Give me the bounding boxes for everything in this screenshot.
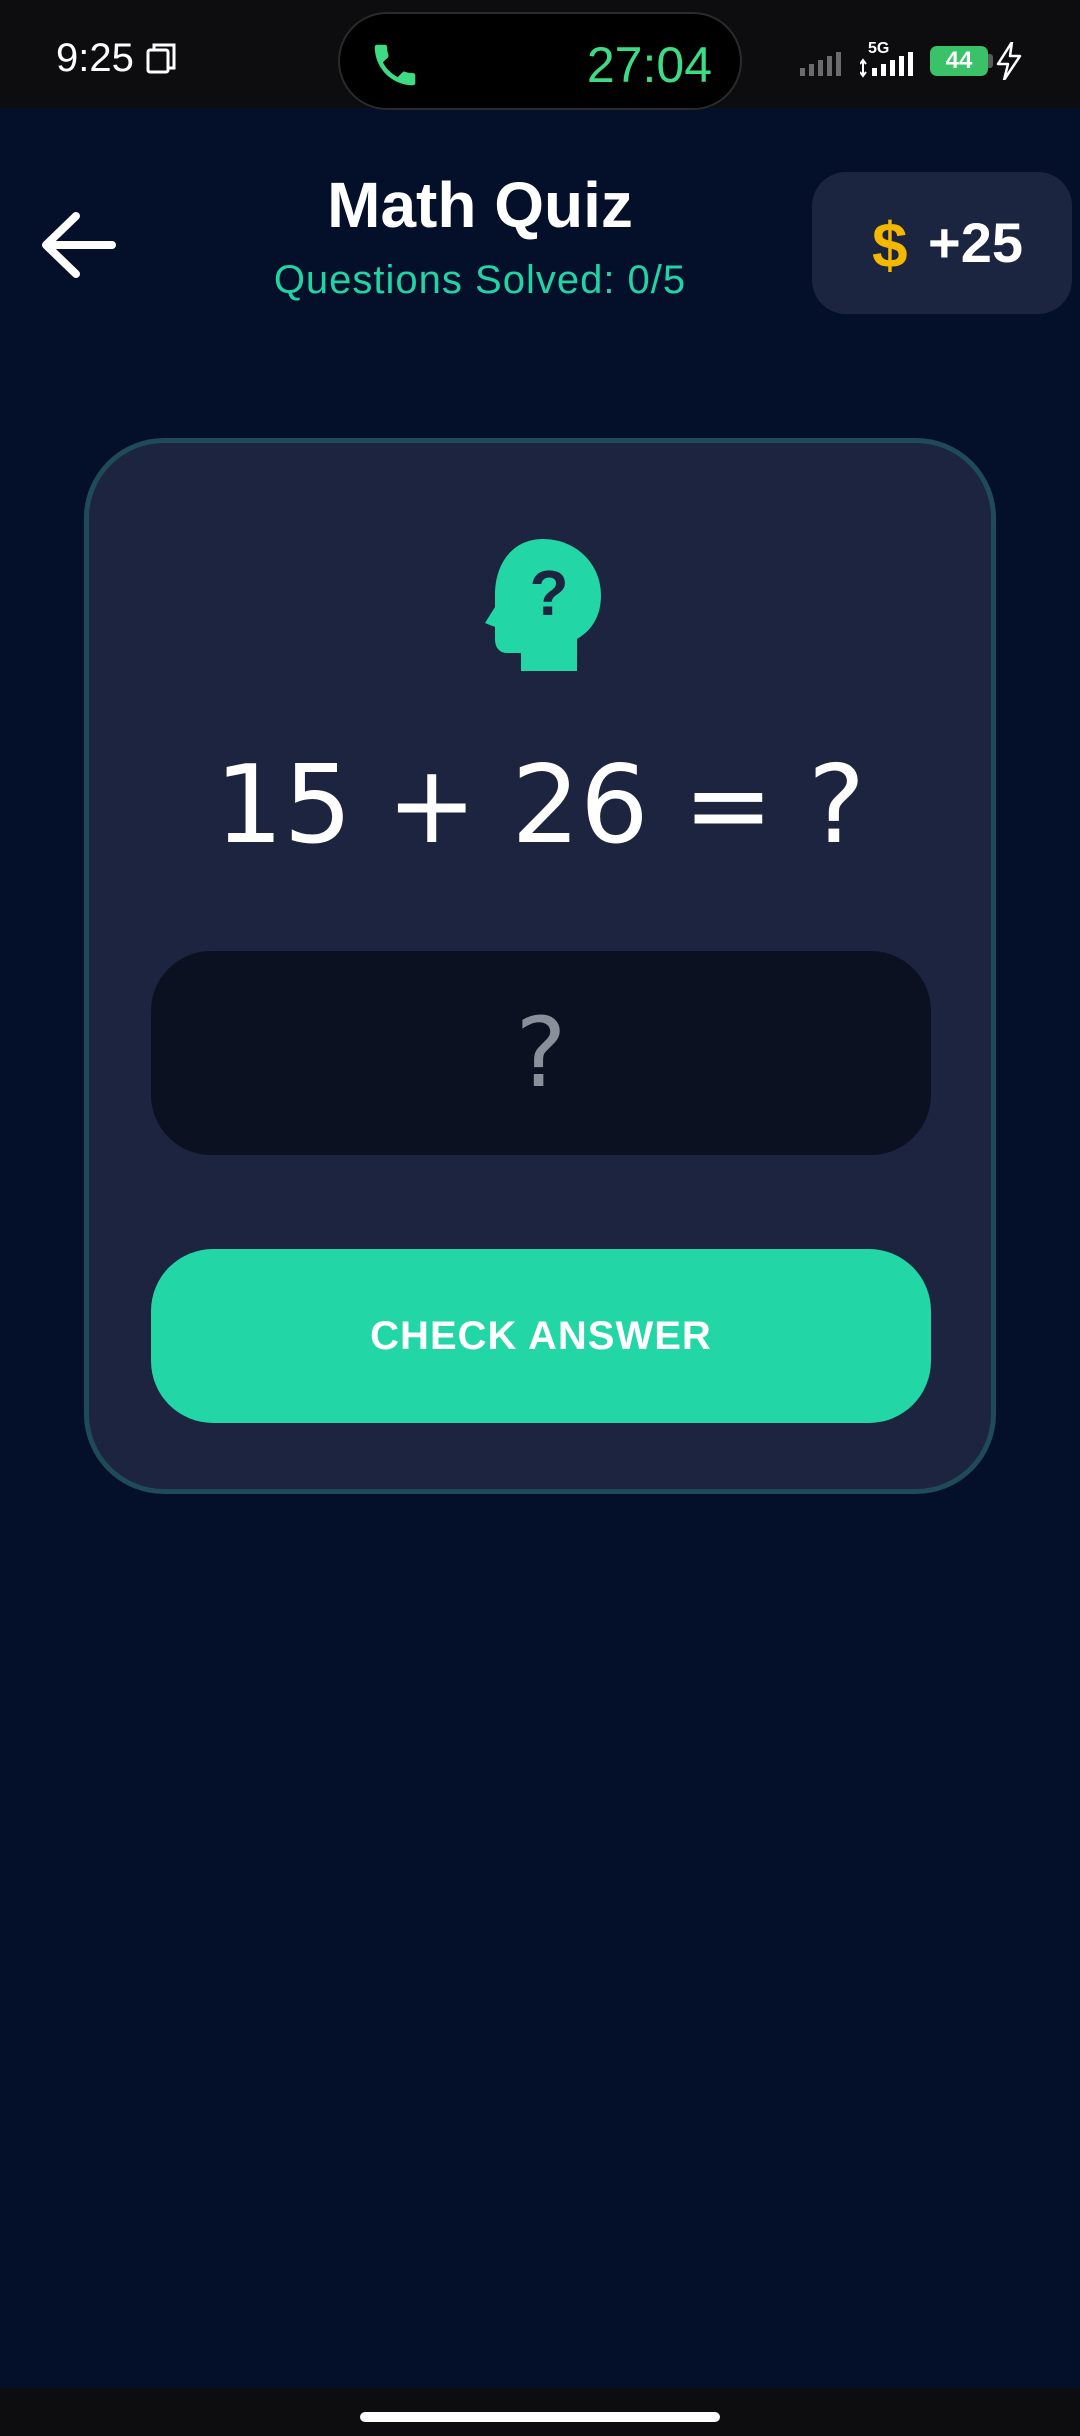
ongoing-call-pill[interactable]: 27:04 [338, 12, 742, 110]
signal-5g-icon [859, 38, 916, 83]
back-button[interactable] [40, 210, 116, 280]
bolt-icon [996, 40, 1022, 85]
question-text: 15 + 26 = ? [214, 743, 866, 868]
check-answer-button[interactable]: CHECK ANSWER [151, 1249, 931, 1423]
questions-solved-label: Questions Solved: 0/5 [273, 258, 687, 302]
home-indicator[interactable] [360, 2412, 720, 2422]
phone-icon [368, 38, 422, 97]
back-arrow-icon [40, 212, 116, 284]
status-time: 9:25 [56, 36, 134, 80]
signal-icon [800, 50, 844, 81]
call-timer: 27:04 [586, 37, 712, 93]
quiz-card: ? 15 + 26 = ? CHECK ANSWER [84, 438, 996, 1494]
head-question-icon: ? [481, 535, 605, 680]
coin-balance-badge: $ +25 [812, 172, 1072, 314]
copy-icon [144, 42, 178, 81]
battery-tip [988, 54, 993, 68]
answer-input[interactable] [151, 951, 931, 1155]
status-bar: 9:25 27:04 5G 44 [0, 0, 1080, 110]
svg-text:?: ? [529, 557, 568, 629]
page-title: Math Quiz [327, 169, 633, 241]
battery-icon: 44 [930, 46, 988, 76]
navigation-bar [0, 2388, 1080, 2436]
coin-count: +25 [928, 211, 1023, 274]
dollar-icon: $ [872, 209, 908, 281]
